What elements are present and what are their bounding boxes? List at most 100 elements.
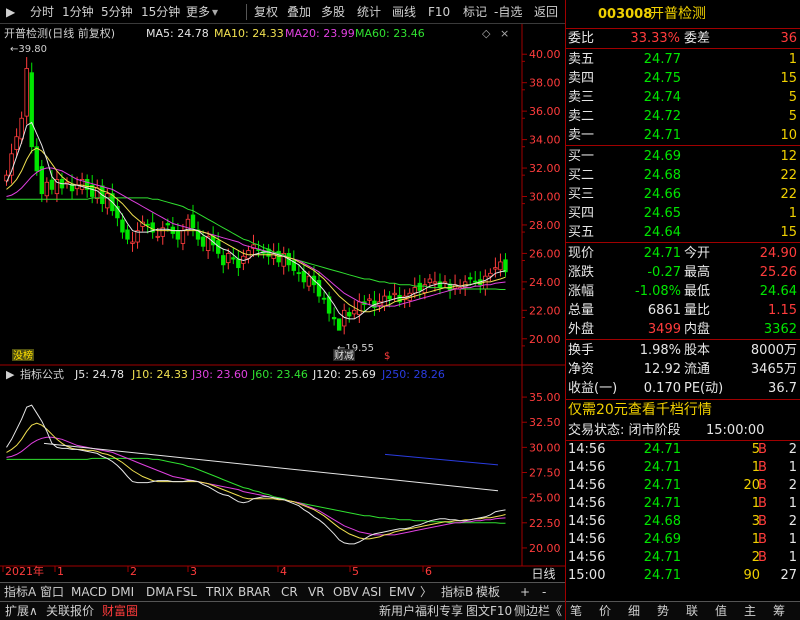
tick-time: 14:56 — [568, 550, 606, 565]
stat-value: 36.7 — [768, 381, 797, 396]
tick-count: 2 — [788, 442, 797, 457]
ask-row[interactable]: 卖三 24.74 5 — [566, 88, 800, 107]
tab-5min[interactable]: 5分钟 — [101, 4, 133, 20]
sidebar-toggle-button[interactable]: 侧边栏《 — [514, 603, 562, 619]
ask-row[interactable]: 卖一 24.71 10 — [566, 126, 800, 145]
indicator-tab[interactable]: BRAR — [238, 584, 271, 600]
indicator-tab[interactable]: DMA — [146, 584, 174, 600]
indicator-tab[interactable]: - — [542, 584, 546, 600]
indicator-tab[interactable]: 窗口 — [40, 584, 64, 600]
bid-row[interactable]: 买四 24.65 1 — [566, 204, 800, 223]
chevron-down-icon[interactable]: ▾ — [212, 4, 218, 20]
candle-body — [190, 214, 196, 229]
candle-body — [49, 179, 55, 190]
f10-graphic-button[interactable]: 图文F10 — [466, 603, 512, 619]
fuquan-button[interactable]: 复权 — [254, 4, 278, 20]
bid-row[interactable]: 买二 24.68 22 — [566, 166, 800, 185]
book-volume: 22 — [780, 168, 797, 183]
close-icon[interactable]: × — [500, 27, 509, 40]
stat-value: 24.71 — [643, 246, 681, 261]
indicator-tab[interactable]: 〉 — [420, 584, 432, 600]
stats-button[interactable]: 统计 — [357, 4, 381, 20]
book-level-label: 买二 — [568, 168, 595, 183]
tab-1min[interactable]: 1分钟 — [62, 4, 94, 20]
stat-value: 3499 — [647, 322, 681, 337]
back-button[interactable]: 返回 — [534, 4, 558, 20]
indicator-tab[interactable]: FSL — [176, 584, 197, 600]
candle-body — [306, 275, 312, 287]
related-quotes-button[interactable]: 关联报价 — [46, 603, 94, 619]
tick-count: 1 — [788, 550, 797, 565]
bid-row[interactable]: 买五 24.64 15 — [566, 223, 800, 242]
indicator-tab[interactable]: TRIX — [206, 584, 233, 600]
candle-body — [14, 136, 19, 150]
multi-stock-button[interactable]: 多股 — [321, 4, 345, 20]
menu-arrow-icon[interactable]: ▶ — [6, 4, 20, 20]
indicator-tab[interactable]: EMV — [389, 584, 415, 600]
indicator-title: 指标公式 — [20, 367, 64, 381]
tick-row: 14:56 24.71 1 B 1 — [566, 459, 800, 477]
indicator-tab[interactable]: 指标A — [4, 584, 36, 600]
book-level-label: 卖一 — [568, 128, 595, 143]
new-user-button[interactable]: 新用户福利专享 — [379, 603, 463, 619]
kline-chart[interactable]: 开普检测(日线 前复权) MA5: 24.78 MA10: 24.33 MA20… — [0, 24, 565, 576]
candle-body — [367, 298, 372, 301]
weicha-value: 36 — [780, 31, 797, 46]
candle-body — [19, 117, 24, 140]
indicator-tab[interactable]: MACD — [71, 584, 107, 600]
j5-line — [6, 404, 506, 545]
expand-button[interactable]: 扩展∧ — [5, 603, 38, 619]
x-tick-label: 2 — [130, 565, 137, 576]
j60-legend: J60: 23.46 — [251, 368, 308, 381]
y-tick-label: 25.00 — [529, 492, 561, 505]
indicator-tab[interactable]: 模板 — [476, 584, 500, 600]
stat-label: 总量 — [568, 303, 595, 318]
dividend-icon[interactable]: $ — [384, 351, 390, 362]
promo-link[interactable]: 仅需20元查看千档行情 — [568, 401, 712, 420]
indicator-tab[interactable]: ASI — [362, 584, 381, 600]
more-dropdown[interactable]: 更多 — [186, 4, 210, 20]
y-tick-label: 20.00 — [529, 333, 561, 346]
book-level-label: 卖五 — [568, 52, 595, 67]
candle-body — [155, 235, 160, 238]
y-tick-label: 38.00 — [529, 77, 561, 90]
candle-body — [473, 280, 478, 283]
bid-row[interactable]: 买三 24.66 22 — [566, 185, 800, 204]
indicator-menu-icon[interactable]: ▶ — [6, 368, 15, 381]
book-level-label: 卖四 — [568, 71, 595, 86]
tab-15min[interactable]: 15分钟 — [141, 4, 180, 20]
mark-button[interactable]: 标记 — [463, 4, 487, 20]
y-tick-label: 30.00 — [529, 441, 561, 454]
candle-body — [336, 318, 342, 331]
indicator-tab[interactable]: 指标B — [441, 584, 473, 600]
wealth-circle-button[interactable]: 财富圈 — [102, 603, 138, 619]
tab-fenshi[interactable]: 分时 — [30, 4, 54, 20]
book-price: 24.65 — [643, 206, 681, 221]
stat-value: 3465万 — [750, 362, 797, 377]
stat-label: 量比 — [684, 303, 711, 318]
draw-line-button[interactable]: 画线 — [392, 4, 416, 20]
ask-row[interactable]: 卖四 24.75 15 — [566, 69, 800, 88]
indicator-tab[interactable]: + — [520, 584, 530, 600]
indicator-tab[interactable]: DMI — [111, 584, 134, 600]
fundamental-row: 换手 1.98% 股本 8000万 — [566, 341, 800, 360]
indicator-tab[interactable]: VR — [308, 584, 325, 600]
tick-direction: B — [758, 442, 767, 457]
tick-price: 24.71 — [643, 478, 681, 493]
watchlist-button[interactable]: -自选 — [494, 4, 522, 20]
indicator-tab[interactable]: CR — [281, 584, 298, 600]
tick-price: 24.71 — [643, 568, 681, 583]
f10-button[interactable]: F10 — [428, 4, 450, 20]
y-tick-label: 20.00 — [529, 542, 561, 555]
tick-price: 24.71 — [643, 550, 681, 565]
tick-time: 14:56 — [568, 496, 606, 511]
diamond-icon[interactable]: ◇ — [482, 27, 491, 40]
period-label[interactable]: 日线 — [522, 566, 565, 582]
event-tag-left-text: 没榜 — [13, 349, 33, 362]
ask-row[interactable]: 卖二 24.72 5 — [566, 107, 800, 126]
ask-row[interactable]: 卖五 24.77 1 — [566, 50, 800, 69]
y-tick-label: 28.00 — [529, 219, 561, 232]
overlay-button[interactable]: 叠加 — [287, 4, 311, 20]
bid-row[interactable]: 买一 24.69 12 — [566, 147, 800, 166]
indicator-tab[interactable]: OBV — [333, 584, 359, 600]
